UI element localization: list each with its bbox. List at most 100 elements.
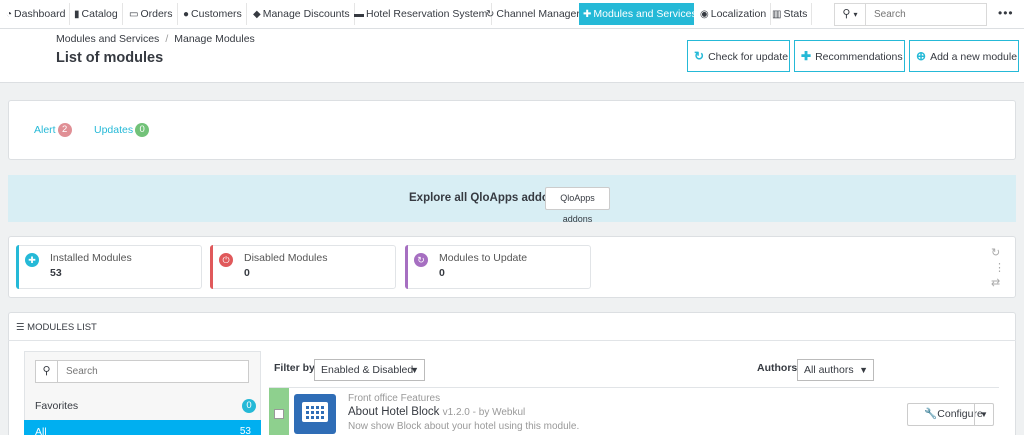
installed-modules-stat[interactable]: ✚ Installed Modules 53	[16, 245, 202, 289]
alert-link[interactable]: Alert 2	[34, 123, 72, 137]
stat-value: 0	[439, 267, 445, 279]
refresh-icon: ↻	[694, 49, 705, 63]
puzzle-icon: ✚	[583, 9, 592, 20]
button-label: Add a new module	[930, 51, 1018, 63]
category-label: All	[35, 426, 47, 435]
bed-icon: ▬	[354, 9, 364, 20]
tag-icon: ◆	[253, 9, 261, 20]
updates-count-badge: 0	[135, 123, 150, 137]
module-name-line: About Hotel Block v1.2.0 - by Webkul	[348, 406, 525, 418]
module-category: Front office Features	[348, 393, 441, 404]
updates-link[interactable]: Updates 0	[94, 123, 150, 137]
hotel-block-logo-icon	[294, 394, 336, 434]
addons-text: Explore all QloApps addons	[409, 192, 563, 204]
stat-value: 53	[50, 267, 62, 279]
authors-select-value: All authors	[804, 364, 854, 376]
category-search-input[interactable]	[58, 361, 248, 382]
search-icon: ⚲	[36, 361, 58, 382]
refresh-icon: ↻	[486, 9, 495, 20]
wrench-icon: 🔧	[924, 408, 938, 420]
puzzle-icon: ✚	[25, 253, 39, 267]
nav-item-hotel-reservation-system[interactable]: ▬ Hotel Reservation System	[350, 3, 493, 25]
add-new-module-button[interactable]: ⊕ Add a new module	[909, 40, 1019, 72]
globe-icon: ◉	[700, 9, 709, 20]
stat-label: Modules to Update	[439, 252, 528, 264]
sync-icon[interactable]: ⇄	[991, 276, 1000, 289]
divider	[8, 340, 1016, 341]
alerts-panel: Alert 2 Updates 0	[8, 100, 1016, 160]
refresh-icon: ↻	[414, 253, 428, 267]
nav-item-label: Orders	[140, 8, 173, 20]
nav-item-label: Hotel Reservation System	[366, 8, 488, 20]
filter-by-label: Filter by	[274, 362, 315, 374]
button-label: Recommendations	[815, 51, 903, 63]
plus-circle-icon: ⊕	[916, 49, 927, 63]
users-icon: ●	[183, 9, 190, 20]
recommendations-button[interactable]: ✚ Recommendations	[794, 40, 905, 72]
top-nav: ◔ Dashboard ▮ Catalog ▭ Orders ● Customers ◆…	[0, 0, 1024, 29]
nav-item-label: Localization	[710, 8, 767, 20]
configure-button[interactable]: 🔧Configure ▼	[907, 403, 994, 426]
puzzle-icon: ✚	[801, 49, 812, 63]
modules-to-update-stat[interactable]: ↻ Modules to Update 0	[405, 245, 591, 289]
nav-item-label: Catalog	[81, 8, 118, 20]
nav-item-orders[interactable]: ▭ Orders	[125, 3, 178, 25]
nav-item-manage-discounts[interactable]: ◆ Manage Discounts	[249, 3, 355, 25]
nav-item-label: Stats	[783, 8, 808, 20]
authors-select[interactable]: All authors ▼	[797, 359, 874, 381]
chevron-down-icon: ▼	[410, 365, 419, 375]
updates-label: Updates	[94, 124, 134, 136]
stat-label: Installed Modules	[50, 252, 132, 264]
nav-item-label: Manage Discounts	[262, 8, 350, 20]
caret-down-icon[interactable]: ▼	[980, 404, 988, 425]
module-name: About Hotel Block	[348, 406, 440, 418]
module-version: v1.2.0 - by Webkul	[442, 407, 526, 418]
dashboard-icon: ◔	[6, 9, 13, 20]
nav-item-label: Channel Manager	[496, 8, 580, 20]
breadcrumb-item: Manage Modules	[174, 33, 255, 45]
chevron-down-icon: ▾	[853, 10, 858, 19]
category-count: 53	[239, 426, 251, 435]
filter-select-value: Enabled & Disabled	[321, 364, 414, 376]
module-description: Now show Block about your hotel using th…	[348, 421, 580, 432]
nav-item-modules-and-services[interactable]: ✚ Modules and Services	[579, 3, 697, 25]
module-row: Front office Features About Hotel Block …	[269, 387, 999, 435]
book-icon: ▮	[74, 9, 80, 20]
module-checkbox[interactable]	[274, 409, 284, 419]
modules-list-title: ☰ MODULES LIST	[16, 322, 97, 333]
bar-chart-icon: ▥	[772, 9, 782, 20]
nav-item-label: Dashboard	[14, 8, 66, 20]
page-title: List of modules	[56, 50, 164, 66]
power-icon: ⏻	[219, 253, 233, 267]
search-dropdown-button[interactable]: ⚲ ▾	[835, 4, 866, 25]
breadcrumb: Modules and Services / Manage Modules	[56, 33, 255, 45]
list-icon: ☰	[16, 322, 25, 333]
filter-select[interactable]: Enabled & Disabled ▼	[314, 359, 425, 381]
refresh-icon[interactable]: ↻	[991, 246, 1000, 259]
stat-label: Disabled Modules	[244, 252, 328, 264]
nav-item-catalog[interactable]: ▮ Catalog	[70, 3, 123, 25]
search-input[interactable]	[866, 4, 986, 25]
category-search: ⚲	[35, 360, 249, 383]
nav-item-dashboard[interactable]: ◔ Dashboard	[2, 3, 71, 25]
breadcrumb-item[interactable]: Modules and Services	[56, 33, 159, 45]
category-favorites[interactable]: Favorites 0	[24, 394, 261, 418]
nav-item-label: Modules and Services	[593, 8, 697, 20]
category-count-badge: 0	[242, 399, 256, 413]
category-label: Favorites	[35, 400, 79, 412]
qloapps-addons-button[interactable]: QloApps addons	[545, 187, 610, 224]
modules-list-title-text: MODULES LIST	[27, 322, 97, 333]
chevron-down-icon: ▼	[859, 365, 868, 375]
nav-item-channel-manager[interactable]: ↻ Channel Manager	[482, 3, 585, 25]
nav-item-stats[interactable]: ▥ Stats	[768, 3, 813, 25]
alert-count-badge: 2	[57, 123, 72, 137]
category-all[interactable]: All 53	[24, 420, 261, 435]
search-icon: ⚲	[842, 8, 851, 20]
check-for-update-button[interactable]: ↻ Check for update	[687, 40, 790, 72]
more-menu-icon[interactable]: •••	[998, 6, 1014, 20]
nav-item-customers[interactable]: ● Customers	[179, 3, 247, 25]
configure-label: Configure	[937, 408, 983, 420]
disabled-modules-stat[interactable]: ⏻ Disabled Modules 0	[210, 245, 396, 289]
nav-item-localization[interactable]: ◉ Localization	[696, 3, 772, 25]
vertical-dots-icon[interactable]: ⋮	[994, 261, 1005, 274]
